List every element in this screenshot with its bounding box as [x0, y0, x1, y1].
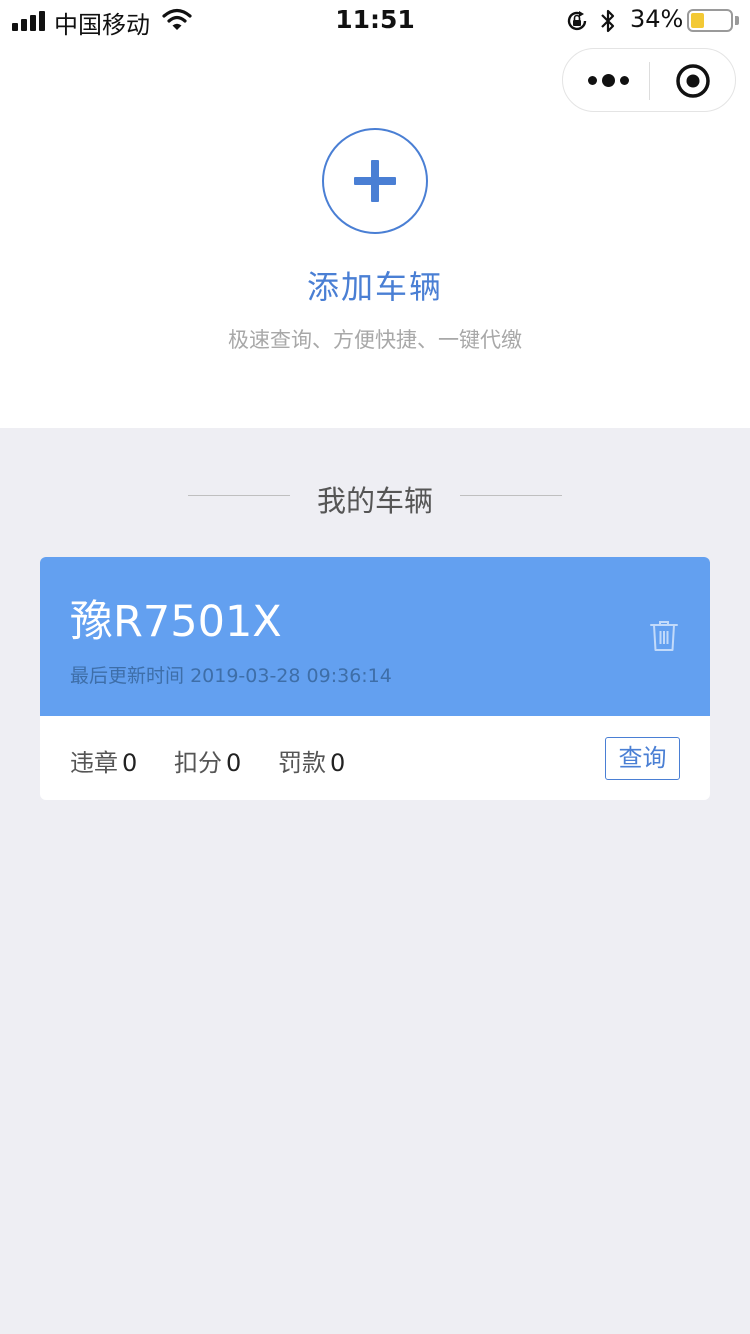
- last-update-label: 最后更新时间: [70, 665, 185, 687]
- violations-stat: 违章 0: [70, 743, 137, 778]
- last-update-time: 2019-03-28 09:36:14: [190, 665, 392, 687]
- last-update: 最后更新时间 2019-03-28 09:36:14: [70, 661, 392, 688]
- fine-stat: 罚款 0: [278, 743, 345, 778]
- fine-label: 罚款: [278, 749, 326, 777]
- violations-count: 0: [122, 749, 138, 777]
- query-button[interactable]: 查询: [605, 737, 680, 780]
- battery-icon: [687, 9, 733, 32]
- divider-right: [460, 495, 562, 496]
- violations-label: 违章: [70, 749, 118, 777]
- add-vehicle-title[interactable]: 添加车辆: [0, 262, 750, 308]
- battery-percentage: 34%: [630, 5, 684, 33]
- add-vehicle-button[interactable]: [322, 128, 428, 234]
- trash-icon[interactable]: [648, 619, 680, 653]
- points-count: 0: [226, 749, 242, 777]
- vehicle-card-header[interactable]: 豫R7501X 最后更新时间 2019-03-28 09:36:14: [40, 557, 710, 716]
- capsule-divider: [649, 62, 650, 100]
- battery-level-fill: [691, 13, 704, 28]
- my-vehicles-header: 我的车辆: [0, 478, 750, 518]
- close-target-icon[interactable]: [675, 63, 711, 99]
- license-plate: 豫R7501X: [70, 597, 282, 647]
- bluetooth-icon: [601, 9, 615, 33]
- vehicle-card[interactable]: 豫R7501X 最后更新时间 2019-03-28 09:36:14 违章 0 扣…: [40, 557, 710, 800]
- miniprogram-capsule: [562, 48, 736, 112]
- points-label: 扣分: [174, 749, 222, 777]
- my-vehicles-title: 我的车辆: [316, 484, 433, 518]
- rotation-lock-icon: [567, 11, 587, 31]
- points-stat: 扣分 0: [174, 743, 241, 778]
- more-dots-icon[interactable]: [585, 63, 631, 97]
- vehicle-card-stats: 违章 0 扣分 0 罚款 0 查询: [40, 716, 710, 800]
- plus-icon: [354, 160, 396, 202]
- battery-tip: [735, 16, 739, 25]
- fine-amount: 0: [330, 749, 346, 777]
- status-bar: 中国移动 11:51 34%: [0, 0, 750, 40]
- add-vehicle-subtitle: 极速查询、方便快捷、一键代缴: [228, 328, 522, 352]
